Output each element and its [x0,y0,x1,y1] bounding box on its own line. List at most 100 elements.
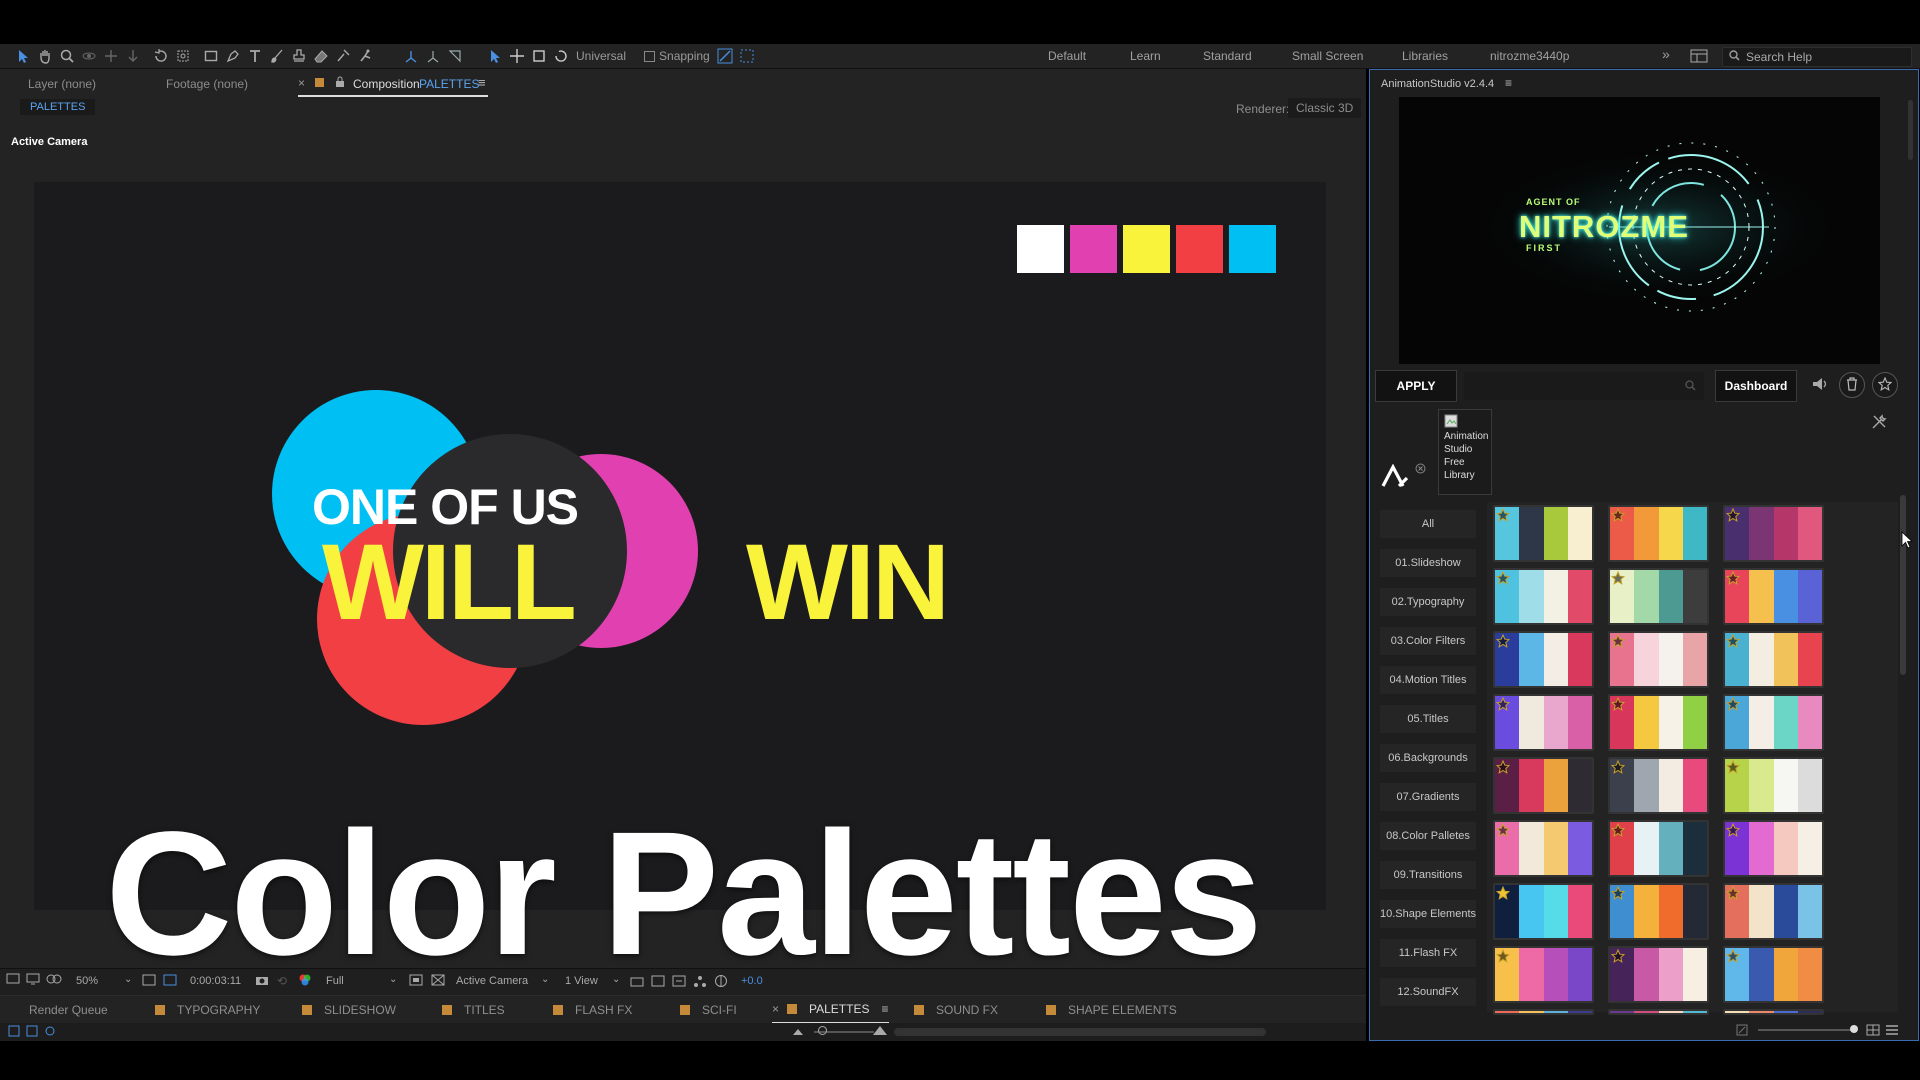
monitor-icon[interactable] [26,973,40,988]
palette-item[interactable] [1608,568,1709,625]
search-help-input[interactable]: Search Help [1722,47,1912,67]
palette-item[interactable] [1493,883,1594,940]
zoom-out-mountain-icon[interactable] [792,1025,804,1039]
library-thumbnail[interactable]: Animation Studio Free Library [1438,409,1492,495]
favorite-star-icon[interactable] [1611,886,1625,900]
panel-menu-icon[interactable]: ≡ [1505,76,1512,90]
palette-item[interactable] [1493,820,1594,877]
category-transitions[interactable]: 09.Transitions [1380,861,1476,889]
palette-item[interactable] [1723,820,1824,877]
palette-item[interactable] [1493,1009,1594,1015]
channel-icon[interactable] [298,973,312,990]
favorite-star-icon[interactable] [1611,571,1625,585]
favorite-star-icon[interactable] [1611,634,1625,648]
reset-exposure-icon[interactable] [714,974,728,991]
palette-item[interactable] [1608,757,1709,814]
clone-stamp-tool-icon[interactable] [288,45,310,67]
palette-item[interactable] [1723,757,1824,814]
view-axis-icon[interactable] [444,45,466,67]
snap-features-icon[interactable] [736,45,758,67]
favorite-star-icon[interactable] [1496,949,1510,963]
close-circle-icon[interactable] [1415,463,1426,477]
zoom-in-mountain-icon[interactable] [872,1024,888,1039]
slider-handle[interactable] [818,1026,827,1035]
palette-item[interactable] [1493,505,1594,562]
favorite-star-icon[interactable] [1496,886,1510,900]
palette-item[interactable] [1608,631,1709,688]
roto-brush-tool-icon[interactable] [332,45,354,67]
palette-item[interactable] [1723,946,1824,1003]
renderer-value[interactable]: Classic 3D [1288,98,1362,118]
workspace-standard[interactable]: Standard [1203,49,1252,63]
slider-handle[interactable] [1850,1025,1858,1033]
transfer-controls-icon[interactable] [26,1025,38,1040]
preset-preview[interactable]: AGENT OF NITROZME FIRST [1399,97,1880,364]
tab-slideshow[interactable]: SLIDESHOW [302,996,396,1024]
category-color-palletes[interactable]: 08.Color Palletes [1380,822,1476,850]
category-gradients[interactable]: 07.Gradients [1380,783,1476,811]
comp-flowchart-icon[interactable] [693,975,707,990]
favorite-star-icon[interactable] [1726,571,1740,585]
pen-tool-icon[interactable] [222,45,244,67]
workspace-small-screen[interactable]: Small Screen [1292,49,1363,63]
rotate-tool-icon[interactable] [150,45,172,67]
transparency-grid-icon[interactable] [431,974,445,989]
palette-item[interactable] [1608,946,1709,1003]
list-view-icon[interactable] [1885,1024,1899,1039]
category-shape-elements[interactable]: 10.Shape Elements [1380,900,1476,928]
universal-rotate-icon[interactable] [550,45,572,67]
workspace-panel-icon[interactable] [1690,49,1708,66]
layer-tab[interactable]: Layer (none) [28,77,96,91]
palette-item[interactable] [1723,694,1824,751]
favorite-star-icon[interactable] [1496,634,1510,648]
category-color-filters[interactable]: 03.Color Filters [1380,627,1476,655]
universal-scale-icon[interactable] [528,45,550,67]
palette-item[interactable] [1608,694,1709,751]
view-layout-select[interactable]: 1 View [565,975,598,987]
close-tab-icon[interactable]: × [772,1002,779,1016]
show-snapshot-icon[interactable]: ⟲ [277,974,287,988]
zoom-tool-icon[interactable] [56,45,78,67]
palette-item[interactable] [1608,883,1709,940]
favorite-star-icon[interactable] [1496,697,1510,711]
favorite-star-icon[interactable] [1726,949,1740,963]
favorite-star-icon[interactable] [1726,823,1740,837]
close-tab-icon[interactable]: × [298,76,305,90]
snapping-checkbox[interactable] [644,50,656,62]
layer-switches-icon[interactable] [8,1025,20,1040]
favorite-star-icon[interactable] [1611,697,1625,711]
palette-item[interactable] [1493,946,1594,1003]
palette-item[interactable] [1723,883,1824,940]
favorite-star-icon[interactable] [1611,949,1625,963]
dashboard-button[interactable]: Dashboard [1715,370,1797,402]
rectangle-tool-icon[interactable] [200,45,222,67]
apply-button[interactable]: APPLY [1375,370,1457,402]
anchor-tool-icon[interactable] [172,45,194,67]
universal-select-icon[interactable] [484,45,506,67]
wrench-icon[interactable] [1871,414,1887,433]
mask-view-icon[interactable] [46,973,62,988]
favorite-star-icon[interactable] [1726,697,1740,711]
local-axis-icon[interactable] [400,45,422,67]
workspace-overflow-icon[interactable]: » [1662,46,1670,62]
selection-tool-icon[interactable] [12,45,34,67]
grid-view-icon[interactable] [1866,1024,1880,1039]
favorite-star-icon[interactable] [1496,571,1510,585]
panel-menu-icon[interactable]: ≡ [478,75,486,90]
hand-tool-icon[interactable] [34,45,56,67]
workspace-learn[interactable]: Learn [1130,49,1161,63]
composition-tab[interactable]: × Composition PALETTES ≡ [298,69,488,97]
trash-button[interactable] [1839,372,1865,398]
timeline-scrollbar[interactable] [894,1028,1266,1036]
palette-item[interactable] [1608,1009,1709,1015]
palette-item[interactable] [1723,1009,1824,1015]
brush-tool-icon[interactable] [266,45,288,67]
tab-flash-fx[interactable]: FLASH FX [553,996,632,1024]
expand-icon[interactable] [1736,1024,1748,1039]
favorite-star-icon[interactable] [1726,760,1740,774]
favorite-star-icon[interactable] [1726,886,1740,900]
render-queue-tab[interactable]: Render Queue [29,996,108,1024]
title-safe-icon[interactable] [163,974,177,989]
world-axis-icon[interactable] [422,45,444,67]
toggle-pixel-aspect-icon[interactable] [630,975,644,990]
